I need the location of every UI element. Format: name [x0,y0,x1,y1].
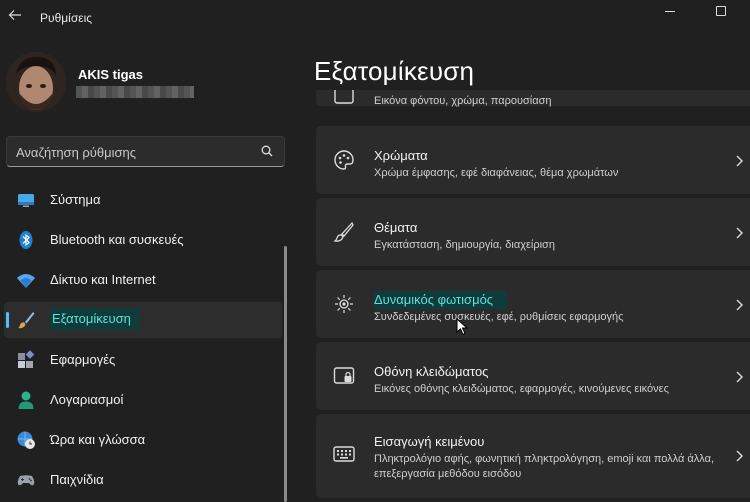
sidebar-item-system[interactable]: Σύστημα [4,182,282,218]
sun-icon [332,292,356,316]
brush-icon [16,310,36,330]
sidebar-item-apps[interactable]: Εφαρμογές [4,342,282,378]
sidebar-item-time-language[interactable]: Ώρα και γλώσσα [4,422,282,458]
wifi-icon [16,270,36,290]
sidebar-item-label: Ώρα και γλώσσα [50,432,146,447]
chevron-right-icon [734,154,744,168]
selection-indicator [6,312,9,328]
card-title: Δυναμικός φωτισμός [374,291,508,309]
card-title: Χρώματα [374,148,428,163]
sidebar-item-label: Εφαρμογές [50,352,116,367]
card-subtitle: Εγκατάσταση, δημιουργία, διαχείριση [374,239,555,251]
chevron-right-icon [734,370,744,384]
card-title: Θέματα [374,220,418,235]
chevron-right-icon [734,226,744,240]
title-bar: Ρυθμίσεις [0,0,750,36]
sidebar-item-label: Σύστημα [50,192,101,207]
card-background[interactable]: Εικόνα φόντου, χρώμα, παρουσίαση [316,90,750,108]
mouse-cursor-icon [456,317,469,336]
user-name: AKIS tigas [78,67,144,82]
maximize-icon[interactable] [712,3,728,19]
monitor-icon [16,190,36,210]
sidebar-item-gaming[interactable]: Παιχνίδια [4,462,282,498]
apps-icon [16,350,36,370]
card-subtitle: Εικόνα φόντου, χρώμα, παρουσίαση [374,95,552,107]
sidebar-item-accounts[interactable]: Λογαριασμοί [4,382,282,418]
search-box[interactable] [6,136,285,167]
avatar[interactable] [6,52,66,112]
back-arrow-icon[interactable] [6,8,24,26]
sidebar-scrollbar[interactable] [284,246,287,502]
card-text-input[interactable]: Εισαγωγή κειμένου Πληκτρολόγιο αφής, φων… [316,414,750,498]
image-icon [332,90,356,108]
chevron-right-icon [734,298,744,312]
settings-card-list: Εικόνα φόντου, χρώμα, παρουσίαση Χρώματα… [314,90,750,502]
lock-screen-icon [332,364,356,388]
card-dynamic-lighting[interactable]: Δυναμικός φωτισμός Συνδεδεμένες συσκευές… [316,270,750,338]
app-title: Ρυθμίσεις [40,11,93,25]
chevron-right-icon [734,449,744,463]
card-colors[interactable]: Χρώματα Χρώμα έμφασης, εφέ διαφάνειας, θ… [316,126,750,194]
card-subtitle: Πληκτρολόγιο αφής, φωνητική πληκτρολόγησ… [374,453,715,480]
minimize-icon[interactable] [662,3,678,19]
sidebar-item-network[interactable]: Δίκτυο και Internet [4,262,282,298]
gamepad-icon [16,470,36,490]
page-title: Εξατομίκευση [314,56,475,86]
sidebar-item-label: Παιχνίδια [50,472,104,487]
globe-clock-icon [16,430,36,450]
card-title: Οθόνη κλειδώματος [374,364,489,379]
keyboard-icon [332,442,356,466]
search-icon[interactable] [260,144,274,158]
brush-icon [332,220,356,244]
sidebar-item-bluetooth[interactable]: Bluetooth και συσκευές [4,222,282,258]
sidebar-item-label: Λογαριασμοί [50,392,124,407]
card-themes[interactable]: Θέματα Εγκατάσταση, δημιουργία, διαχείρι… [316,198,750,266]
sidebar-item-personalization[interactable]: Εξατομίκευση [4,302,282,338]
user-email-blurred [76,86,194,98]
sidebar-item-label: Bluetooth και συσκευές [50,232,184,247]
card-subtitle: Χρώμα έμφασης, εφέ διαφάνειας, θέμα χρωμ… [374,167,619,179]
search-input[interactable] [16,143,251,161]
bluetooth-icon [16,230,36,250]
sidebar-item-label: Δίκτυο και Internet [50,272,156,287]
card-lock-screen[interactable]: Οθόνη κλειδώματος Εικόνες οθόνης κλειδώμ… [316,342,750,410]
card-title: Εισαγωγή κειμένου [374,434,485,449]
card-subtitle: Εικόνες οθόνης κλειδώματος, εφαρμογές, κ… [374,383,669,395]
palette-icon [332,148,356,172]
sidebar-item-label: Εξατομίκευση [50,308,139,330]
card-subtitle: Συνδεδεμένες συσκευές, εφέ, ρυθμίσεις εφ… [374,311,624,323]
person-icon [16,390,36,410]
